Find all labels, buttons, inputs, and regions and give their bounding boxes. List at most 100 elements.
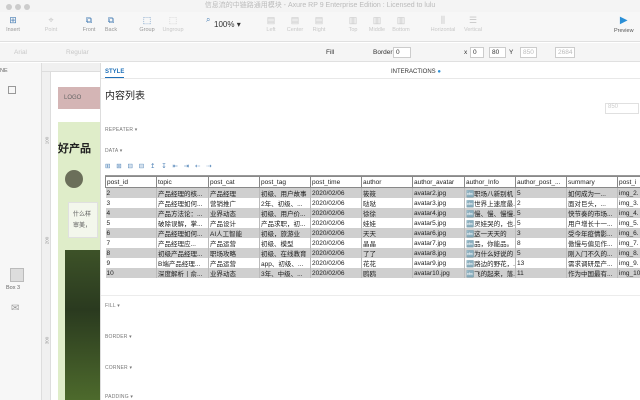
section-data[interactable]: DATA ▾: [105, 148, 122, 154]
table-cell[interactable]: 面对巨头，...: [566, 198, 618, 208]
repeater-data-grid[interactable]: post_id topic post_cat post_tag post_time aut…: [105, 175, 640, 287]
table-cell[interactable]: avatar2.jpg: [412, 187, 465, 198]
table-cell[interactable]: 2: [515, 198, 567, 208]
align-bottom-button[interactable]: ▥ Bottom: [388, 15, 414, 33]
table-row[interactable]: 6 产品经理如何... AI人工智能 初级，旅游业 2020/02/06 天天 avatar…: [105, 228, 640, 238]
table-cell[interactable]: 花花: [361, 258, 413, 268]
table-cell[interactable]: 产品求职，初...: [259, 218, 311, 228]
column-header[interactable]: post_cat: [208, 176, 260, 188]
table-cell[interactable]: 娃娃: [361, 218, 413, 228]
table-cell[interactable]: img_6.: [617, 228, 640, 238]
table-cell[interactable]: 产品方法论：...: [156, 208, 209, 218]
table-cell[interactable]: 🔤品，你能品。: [464, 238, 516, 248]
table-cell[interactable]: img_2.: [617, 187, 640, 198]
table-cell[interactable]: 4: [105, 208, 157, 218]
align-left-button[interactable]: ▤ Left: [258, 15, 284, 33]
tab-style[interactable]: STYLE: [105, 69, 125, 78]
table-cell[interactable]: 2: [105, 187, 157, 198]
column-header[interactable]: post_time: [310, 176, 362, 188]
table-cell[interactable]: 🔤职场八新别机: [464, 187, 516, 198]
table-row[interactable]: 10 深度解析丨俞... 业界动态 3年、中级、... 2020/02/06 鸥鸥 avat…: [105, 268, 640, 278]
table-cell[interactable]: 2年、初级、...: [259, 198, 311, 208]
column-header[interactable]: post_i: [617, 176, 640, 188]
column-header[interactable]: summary: [566, 176, 618, 188]
table-row[interactable]: 9 B端产品经理... 产品运营 app、初级、... 2020/02/06 花花 avat…: [105, 258, 640, 268]
table-cell[interactable]: 2020/02/06: [310, 258, 362, 268]
y-input[interactable]: 80: [489, 47, 506, 58]
content-card[interactable]: 什么样 审美，: [68, 202, 98, 238]
close-dot[interactable]: [6, 4, 12, 10]
section-fill[interactable]: FILL ▾: [105, 303, 120, 309]
ungroup-button[interactable]: ⬚ Ungroup: [160, 15, 186, 33]
align-middle-button[interactable]: ▥ Middle: [364, 15, 390, 33]
table-cell[interactable]: 2020/02/06: [310, 198, 362, 208]
table-cell[interactable]: 🔤世界上速度最...: [464, 198, 516, 208]
table-cell[interactable]: 晶晶: [361, 238, 413, 248]
font-weight-select[interactable]: Regular: [66, 49, 89, 56]
width-input[interactable]: 850: [520, 47, 537, 58]
widget-name-field[interactable]: 内容列表: [105, 87, 145, 102]
table-cell[interactable]: 3: [515, 228, 567, 238]
page-add-icon[interactable]: [8, 86, 16, 94]
preview-button[interactable]: ▶ Preview: [614, 16, 634, 35]
table-cell[interactable]: 刚入门不久的...: [566, 248, 618, 258]
section-border[interactable]: BORDER ▾: [105, 334, 132, 340]
section-padding[interactable]: PADDING ▾: [105, 394, 133, 400]
table-cell[interactable]: 2020/02/06: [310, 187, 362, 198]
table-cell[interactable]: avatar9.jpg: [412, 258, 465, 268]
fill-label[interactable]: Fill: [326, 49, 334, 56]
distribute-vertical-button[interactable]: ☰ Vertical: [460, 15, 486, 33]
table-cell[interactable]: 5: [515, 248, 567, 258]
table-cell[interactable]: 业界动态: [208, 208, 260, 218]
table-cell[interactable]: avatar5.jpg: [412, 218, 465, 228]
align-right-button[interactable]: ▤ Right: [306, 15, 332, 33]
table-cell[interactable]: 产品经理应...: [156, 238, 209, 248]
table-cell[interactable]: 营销推广: [208, 198, 260, 208]
table-cell[interactable]: 🔤慢、慢、慢慢...: [464, 208, 516, 218]
table-cell[interactable]: 3年、中级、...: [259, 268, 311, 278]
table-cell[interactable]: 产品经理: [208, 187, 260, 198]
table-cell[interactable]: 7: [105, 238, 157, 248]
table-cell[interactable]: 产品运营: [208, 238, 260, 248]
table-cell[interactable]: 初级、模型: [259, 238, 311, 248]
data-toolbar[interactable]: ⊞ ⊞ ⊟ ⊟ ↥ ↧ ⇤ ⇥ ⇠ ⇢: [105, 162, 214, 170]
card-image[interactable]: [65, 250, 100, 400]
table-cell[interactable]: 产品经理如何...: [156, 198, 209, 208]
column-header[interactable]: author: [361, 176, 413, 188]
table-cell[interactable]: 需求调研是产...: [566, 258, 618, 268]
table-cell[interactable]: avatar3.jpg: [412, 198, 465, 208]
table-cell[interactable]: 职场攻略: [208, 248, 260, 258]
table-cell[interactable]: 🔤为什么好说的: [464, 248, 516, 258]
table-cell[interactable]: 初级、用户价...: [259, 208, 311, 218]
table-cell[interactable]: img_8.: [617, 248, 640, 258]
table-cell[interactable]: 哒哒: [361, 198, 413, 208]
column-header[interactable]: post_id: [105, 176, 157, 188]
table-cell[interactable]: 5: [515, 187, 567, 198]
column-header[interactable]: post_tag: [259, 176, 311, 188]
back-button[interactable]: ⧉ Back: [98, 15, 124, 33]
table-cell[interactable]: 🔤飞的起来，落...: [464, 268, 516, 278]
table-cell[interactable]: img_4.: [617, 208, 640, 218]
table-cell[interactable]: avatar8.jpg: [412, 248, 465, 258]
column-header[interactable]: author_post_...: [515, 176, 567, 188]
table-cell[interactable]: img_3.: [617, 198, 640, 208]
table-cell[interactable]: 2020/02/06: [310, 238, 362, 248]
widget-width-input[interactable]: 850: [605, 103, 639, 114]
table-cell[interactable]: 深度解析丨俞...: [156, 268, 209, 278]
table-cell[interactable]: 5: [105, 218, 157, 228]
table-cell[interactable]: 🔤路边的野花，...: [464, 258, 516, 268]
table-cell[interactable]: 产品经理如何...: [156, 228, 209, 238]
font-family-select[interactable]: Arial: [14, 49, 27, 56]
table-cell[interactable]: 2020/02/06: [310, 248, 362, 258]
table-cell[interactable]: img_10: [617, 268, 640, 278]
insert-button[interactable]: ⊞ Insert: [0, 15, 26, 33]
table-cell[interactable]: 作为中国最有...: [566, 268, 618, 278]
tab-interactions[interactable]: INTERACTIONS ●: [391, 69, 441, 75]
table-cell[interactable]: img_7.: [617, 238, 640, 248]
table-cell[interactable]: 6: [105, 228, 157, 238]
point-button[interactable]: ⌖ Point: [38, 15, 64, 33]
table-row[interactable]: 8 初级产品经理... 职场攻略 初级、在线教育 2020/02/06 了了 avatar8…: [105, 248, 640, 258]
table-cell[interactable]: 5: [515, 208, 567, 218]
align-top-button[interactable]: ▥ Top: [340, 15, 366, 33]
section-corner[interactable]: CORNER ▾: [105, 365, 132, 371]
